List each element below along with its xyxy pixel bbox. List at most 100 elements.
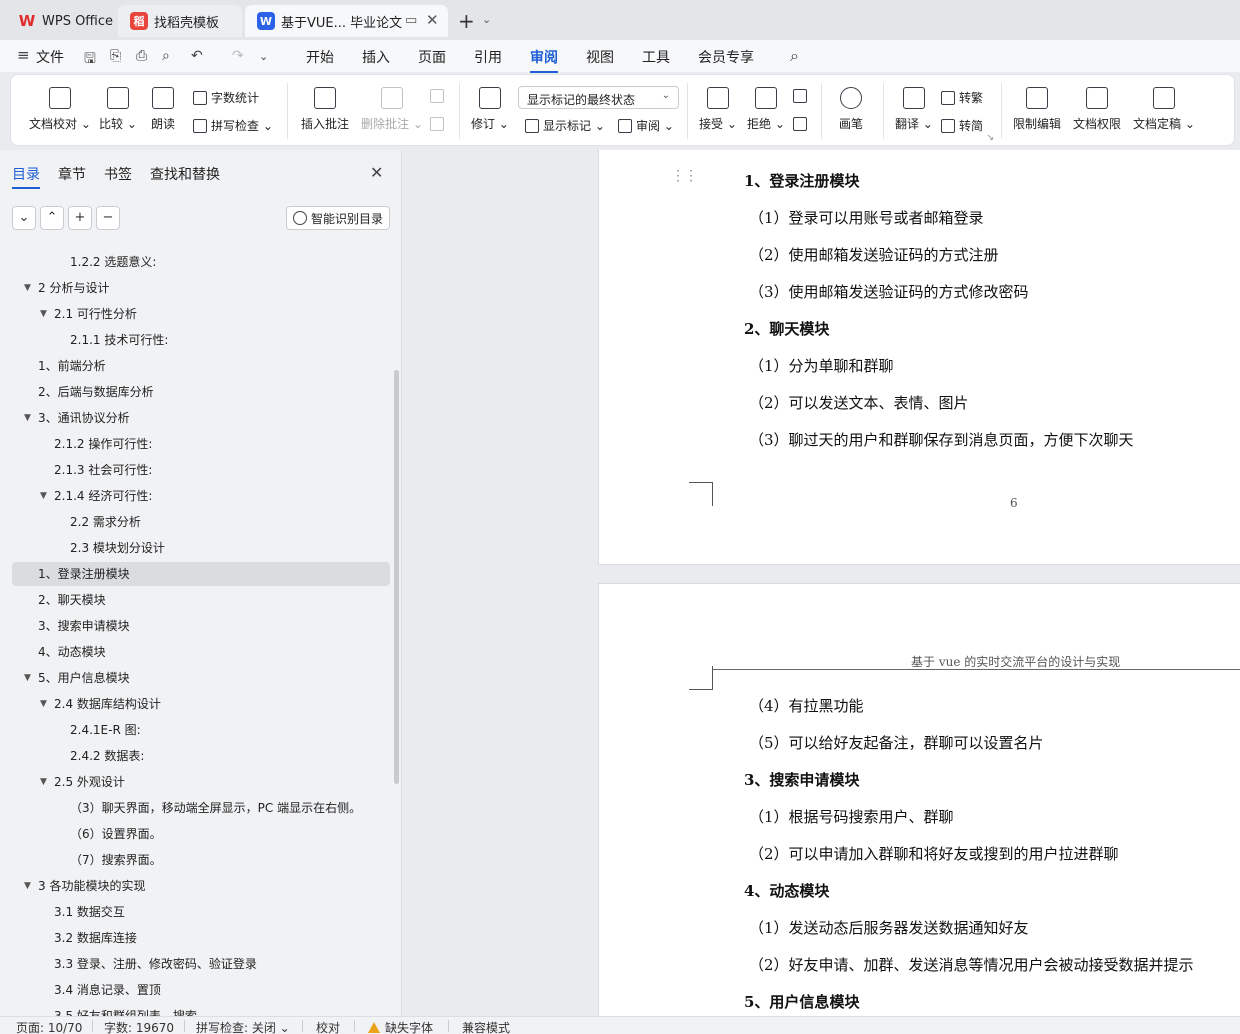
word-count-button[interactable]: 字数统计: [193, 89, 259, 106]
print-preview-icon[interactable]: ⌕: [162, 48, 170, 64]
panel-scrollbar[interactable]: [394, 370, 399, 784]
expand-triangle-icon[interactable]: ▼: [24, 406, 31, 430]
tab-find-replace[interactable]: 查找和替换: [150, 164, 220, 184]
menu-start[interactable]: 开始: [306, 47, 334, 67]
expand-triangle-icon[interactable]: ▼: [40, 484, 47, 508]
toc-item[interactable]: 3.2 数据库连接: [0, 926, 390, 950]
toc-item[interactable]: 3.1 数据交互: [0, 900, 390, 924]
menu-file[interactable]: 文件: [36, 47, 64, 67]
toc-item[interactable]: 2.2 需求分析: [0, 510, 390, 534]
expand-triangle-icon[interactable]: ▼: [24, 276, 31, 300]
next-change-button[interactable]: [793, 117, 811, 131]
toc-item[interactable]: 2.4.2 数据表:: [0, 744, 390, 768]
redo-icon[interactable]: ↷: [232, 48, 244, 64]
translate-button[interactable]: 翻译 ⌄: [895, 87, 933, 132]
toc-item[interactable]: 2.4.1E-R 图:: [0, 718, 390, 742]
expand-triangle-icon[interactable]: ▼: [40, 692, 47, 716]
close-tab-icon[interactable]: ✕: [426, 11, 439, 29]
spell-check-status[interactable]: 拼写检查: 关闭 ⌄: [196, 1019, 290, 1034]
menu-page[interactable]: 页面: [418, 47, 446, 67]
menu-review[interactable]: 审阅: [530, 47, 558, 73]
to-simplified-button[interactable]: 转简: [941, 117, 983, 134]
tab-toc[interactable]: 目录: [12, 164, 40, 189]
expand-group-icon[interactable]: ↘: [986, 133, 994, 143]
print-icon[interactable]: ⎙: [136, 48, 147, 64]
restrict-edit-button[interactable]: 限制编辑: [1013, 87, 1061, 132]
menu-tools[interactable]: 工具: [642, 47, 670, 67]
finalize-button[interactable]: 文档定稿 ⌄: [1133, 87, 1195, 132]
toc-item[interactable]: 2.1.2 操作可行性:: [0, 432, 390, 456]
read-aloud-button[interactable]: 朗读: [151, 87, 175, 132]
document-page[interactable]: 基于 vue 的实时交流平台的设计与实现 （4）有拉黑功能 （5）可以给好友起备注…: [598, 583, 1240, 1023]
toc-item[interactable]: 2、后端与数据库分析: [0, 380, 390, 404]
share-icon[interactable]: ⎘: [110, 48, 121, 64]
next-comment-button[interactable]: [430, 117, 448, 131]
pen-button[interactable]: 画笔: [839, 87, 863, 132]
toc-item[interactable]: ▼ 3、通讯协议分析: [0, 406, 390, 430]
proofread-status[interactable]: 校对: [316, 1019, 340, 1034]
hamburger-icon[interactable]: ≡: [17, 46, 30, 64]
expand-triangle-icon[interactable]: ▼: [40, 770, 47, 794]
chevron-down-icon[interactable]: ⌄: [482, 13, 491, 26]
delete-comment-button[interactable]: 删除批注 ⌄: [361, 87, 423, 132]
toc-item[interactable]: ▼ 3 各功能模块的实现: [0, 874, 390, 898]
toc-item[interactable]: 3.3 登录、注册、修改密码、验证登录: [0, 952, 390, 976]
quick-access-more-icon[interactable]: ⌄: [259, 50, 268, 63]
page-indicator[interactable]: 页面: 10/70: [16, 1019, 82, 1034]
smart-toc-button[interactable]: 智能识别目录: [286, 206, 390, 230]
remove-heading-button[interactable]: −: [96, 206, 120, 230]
track-changes-button[interactable]: 修订 ⌄: [471, 87, 509, 132]
menu-view[interactable]: 视图: [586, 47, 614, 67]
tab-wps-office[interactable]: W WPS Office: [6, 5, 114, 37]
to-traditional-button[interactable]: 转繁: [941, 89, 983, 106]
tab-bookmark[interactable]: 书签: [104, 164, 132, 184]
toc-item[interactable]: 1、前端分析: [0, 354, 390, 378]
prev-comment-button[interactable]: [430, 89, 448, 103]
toc-item[interactable]: ▼ 2.1 可行性分析: [0, 302, 390, 326]
expand-all-button[interactable]: ⌄: [12, 206, 36, 230]
toc-item[interactable]: ▼ 2.4 数据库结构设计: [0, 692, 390, 716]
toc-item[interactable]: ▼ 2.5 外观设计: [0, 770, 390, 794]
toc-item[interactable]: 2、聊天模块: [0, 588, 390, 612]
menu-member[interactable]: 会员专享: [698, 47, 754, 67]
tab-template[interactable]: 稻 找稻壳模板: [118, 5, 242, 37]
toc-item[interactable]: 2.1.3 社会可行性:: [0, 458, 390, 482]
add-heading-button[interactable]: +: [68, 206, 92, 230]
toc-item[interactable]: ▼ 2 分析与设计: [0, 276, 390, 300]
review-pane-button[interactable]: 审阅 ⌄: [618, 117, 674, 134]
toc-item[interactable]: 3、搜索申请模块: [0, 614, 390, 638]
expand-triangle-icon[interactable]: ▼: [24, 666, 31, 690]
tab-document[interactable]: W 基于VUE... 毕业论文 ▭ ✕: [245, 5, 448, 37]
close-panel-icon[interactable]: ✕: [370, 163, 383, 182]
toc-item[interactable]: 2.3 模块划分设计: [0, 536, 390, 560]
insert-comment-button[interactable]: 插入批注: [301, 87, 349, 132]
toc-item[interactable]: ▼ 2.1.4 经济可行性:: [0, 484, 390, 508]
accept-button[interactable]: 接受 ⌄: [699, 87, 737, 132]
menu-reference[interactable]: 引用: [474, 47, 502, 67]
drag-handle-icon[interactable]: ⋮⋮: [671, 168, 698, 184]
markup-state-select[interactable]: 显示标记的最终状态 ⌄: [518, 86, 679, 109]
collapse-all-button[interactable]: ⌃: [40, 206, 64, 230]
toc-item[interactable]: 3.4 消息记录、置顶: [0, 978, 390, 1002]
compare-button[interactable]: 比较 ⌄: [99, 87, 137, 132]
expand-triangle-icon[interactable]: ▼: [40, 302, 47, 326]
toc-item[interactable]: （3）聊天界面，移动端全屏显示，PC 端显示在右侧。: [0, 796, 390, 820]
doc-permission-button[interactable]: 文档权限: [1073, 87, 1121, 132]
toc-item[interactable]: （6）设置界面。: [0, 822, 390, 846]
prev-change-button[interactable]: [793, 89, 811, 103]
doc-check-button[interactable]: 文档校对 ⌄: [29, 87, 91, 132]
save-icon[interactable]: 🖫: [84, 48, 96, 72]
menu-insert[interactable]: 插入: [362, 47, 390, 67]
undo-icon[interactable]: ↶: [191, 48, 203, 64]
reject-button[interactable]: 拒绝 ⌄: [747, 87, 785, 132]
word-count-indicator[interactable]: 字数: 19670: [104, 1019, 174, 1034]
toc-item[interactable]: 2.1.1 技术可行性:: [0, 328, 390, 352]
toc-item-selected[interactable]: 1、登录注册模块: [12, 562, 390, 586]
show-markup-button[interactable]: 显示标记 ⌄: [525, 117, 605, 134]
toc-item[interactable]: 4、动态模块: [0, 640, 390, 664]
toc-item[interactable]: ▼ 5、用户信息模块: [0, 666, 390, 690]
tab-chapter[interactable]: 章节: [58, 164, 86, 184]
missing-font-status[interactable]: 缺失字体: [368, 1019, 433, 1034]
spell-check-button[interactable]: 拼写检查 ⌄: [193, 117, 273, 134]
toc-item[interactable]: 3.5 好友和群组列表、搜索: [0, 1004, 390, 1016]
